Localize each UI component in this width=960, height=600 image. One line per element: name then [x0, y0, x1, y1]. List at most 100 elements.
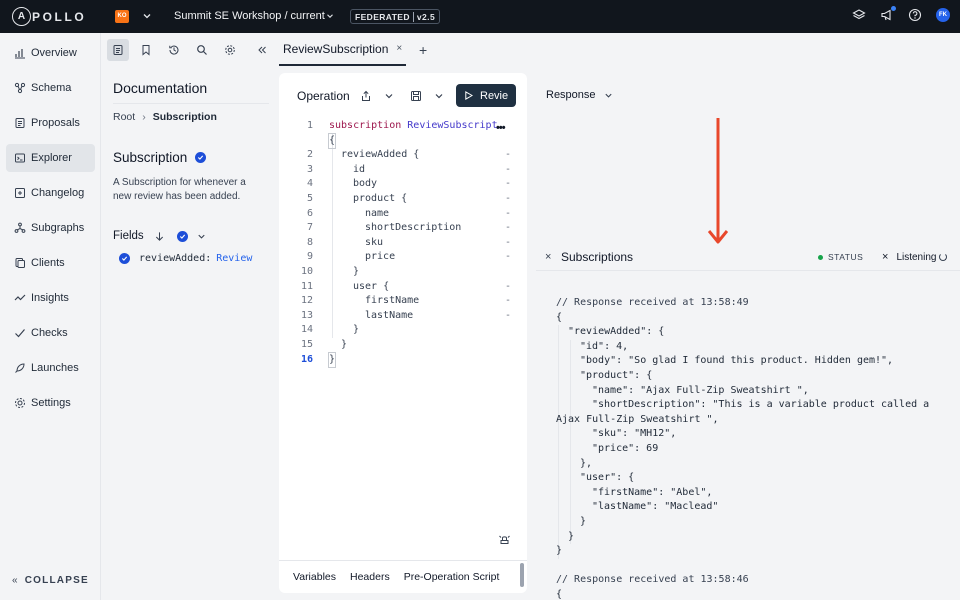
chevron-right-icon: › — [142, 111, 146, 123]
save-icon[interactable] — [410, 90, 422, 102]
code-line: 11 user {- — [279, 280, 527, 295]
breadcrumb-root[interactable]: Root — [113, 111, 135, 123]
nav-label: Changelog — [31, 187, 85, 199]
documentation-title: Documentation — [113, 80, 208, 96]
select-all-check-icon[interactable] — [176, 230, 188, 242]
chevron-down-icon[interactable] — [325, 11, 335, 21]
code-line: 10} — [279, 265, 527, 280]
nav-item-proposals[interactable]: Proposals — [6, 109, 95, 137]
nav-item-launches[interactable]: Launches — [6, 354, 95, 382]
response-body[interactable]: // Response received at 13:58:49 {"review… — [556, 296, 956, 600]
remove-field-icon[interactable]: - — [505, 163, 511, 178]
code-line: 8 sku - — [279, 236, 527, 251]
remove-field-icon[interactable]: - — [505, 236, 511, 251]
tab-pre-operation-script[interactable]: Pre-Operation Script — [404, 571, 500, 583]
field-name: reviewAdded: — [139, 253, 212, 264]
nav-item-explorer[interactable]: Explorer — [6, 144, 95, 172]
chevron-down-icon[interactable] — [383, 90, 395, 102]
code-text: sku — [365, 236, 384, 248]
line-number: 12 — [300, 295, 313, 307]
subscriptions-bar: × Subscriptions STATUS × Listening — [536, 244, 960, 271]
nav-item-overview[interactable]: Overview — [6, 39, 95, 67]
badge-divider — [412, 11, 414, 22]
chevron-down-icon[interactable] — [141, 10, 153, 22]
remove-field-icon[interactable]: - — [505, 294, 511, 309]
collapse-panel-button[interactable] — [251, 39, 273, 61]
history-button[interactable] — [163, 39, 185, 61]
check-circle-icon[interactable] — [119, 253, 130, 264]
clients-icon — [15, 258, 25, 268]
insights-icon — [14, 294, 26, 301]
nav-item-subgraphs[interactable]: Subgraphs — [6, 214, 95, 242]
bookmark-button[interactable] — [135, 39, 157, 61]
graph-selector[interactable]: Summit SE Workshop / current — [174, 10, 325, 22]
run-operation-button[interactable]: Revie — [456, 84, 516, 107]
sort-arrow-icon[interactable] — [154, 231, 165, 242]
remove-field-icon[interactable]: - — [505, 192, 511, 207]
nav-item-checks[interactable]: Checks — [6, 319, 95, 347]
tab-variables[interactable]: Variables — [293, 571, 336, 583]
org-avatar[interactable]: KO — [115, 10, 129, 23]
stop-listening-icon[interactable]: × — [882, 251, 888, 263]
announcements-icon[interactable] — [880, 6, 896, 22]
remove-field-icon[interactable]: - — [505, 177, 511, 192]
response-selector[interactable]: Response — [546, 89, 613, 101]
share-icon[interactable] — [360, 90, 372, 102]
nav-item-insights[interactable]: Insights — [6, 284, 95, 312]
federation-badge: FEDERATED v2.5 — [350, 9, 441, 24]
user-avatar[interactable]: FK — [936, 8, 950, 22]
code-text: } — [327, 351, 337, 369]
nav-label: Insights — [31, 292, 69, 304]
response-line: // Response received at 13:58:49 — [556, 297, 749, 308]
response-line: // Response received at 13:58:46 — [556, 574, 749, 586]
tab-bar: ReviewSubscription × + — [279, 33, 960, 66]
operation-bottom-tabs: Variables Headers Pre-Operation Script — [279, 560, 527, 593]
apollo-logo[interactable]: A POLLO — [12, 7, 102, 26]
remove-field-icon[interactable]: - — [505, 221, 511, 236]
code-line: 2 reviewAdded {- — [279, 148, 527, 163]
nav-item-clients[interactable]: Clients — [6, 249, 95, 277]
remove-field-icon[interactable]: - — [505, 280, 511, 295]
search-button[interactable] — [191, 39, 213, 61]
type-title: Subscription — [113, 150, 207, 165]
layers-icon[interactable] — [852, 8, 866, 22]
close-icon[interactable]: × — [545, 251, 551, 263]
code-text: firstName — [365, 295, 420, 307]
collapse-button[interactable]: « COLLAPSE — [12, 575, 89, 586]
remove-field-icon[interactable]: - — [505, 250, 511, 265]
chevron-down-icon[interactable] — [433, 90, 445, 102]
breadcrumb-current: Subscription — [152, 111, 217, 123]
help-icon[interactable] — [908, 8, 922, 22]
nav-item-changelog[interactable]: Changelog — [6, 179, 95, 207]
code-text: price — [365, 251, 396, 263]
status-indicator: STATUS — [818, 252, 863, 262]
code-line: 7 shortDescription - — [279, 221, 527, 236]
top-icons: FK — [852, 6, 950, 22]
field-row-reviewadded[interactable]: reviewAdded: Review — [119, 253, 252, 264]
nav-item-schema[interactable]: Schema — [6, 74, 95, 102]
tab-headers[interactable]: Headers — [350, 571, 390, 583]
code-line: 12 firstName - — [279, 294, 527, 309]
nav-item-settings[interactable]: Settings — [6, 389, 95, 417]
gear-icon — [225, 45, 235, 55]
field-type-link[interactable]: Review — [216, 253, 252, 264]
add-tab-button[interactable]: + — [419, 42, 427, 58]
remove-field-icon[interactable]: - — [505, 309, 511, 324]
type-description: A Subscription for whenever a new review… — [113, 177, 246, 202]
nav-label: Overview — [31, 47, 77, 59]
scrollbar[interactable] — [520, 563, 524, 587]
remove-field-icon[interactable]: - — [505, 207, 511, 222]
prettify-icon[interactable] — [498, 533, 511, 546]
settings-icon — [15, 398, 25, 408]
tab-reviewsubscription[interactable]: ReviewSubscription × — [279, 33, 406, 66]
code-text: user { — [353, 280, 390, 292]
close-icon[interactable]: × — [396, 43, 402, 54]
code-editor[interactable]: 1 subscription ReviewSubscript{2 reviewAdd… — [279, 119, 527, 369]
settings-button[interactable] — [219, 39, 241, 61]
remove-field-icon[interactable]: - — [505, 148, 511, 163]
breadcrumb: Root › Subscription — [113, 111, 217, 123]
documentation-tab-button[interactable] — [107, 39, 129, 61]
explorer-icon — [15, 153, 25, 163]
chevron-down-icon[interactable] — [196, 231, 207, 242]
annotation-arrow-icon — [708, 118, 728, 244]
